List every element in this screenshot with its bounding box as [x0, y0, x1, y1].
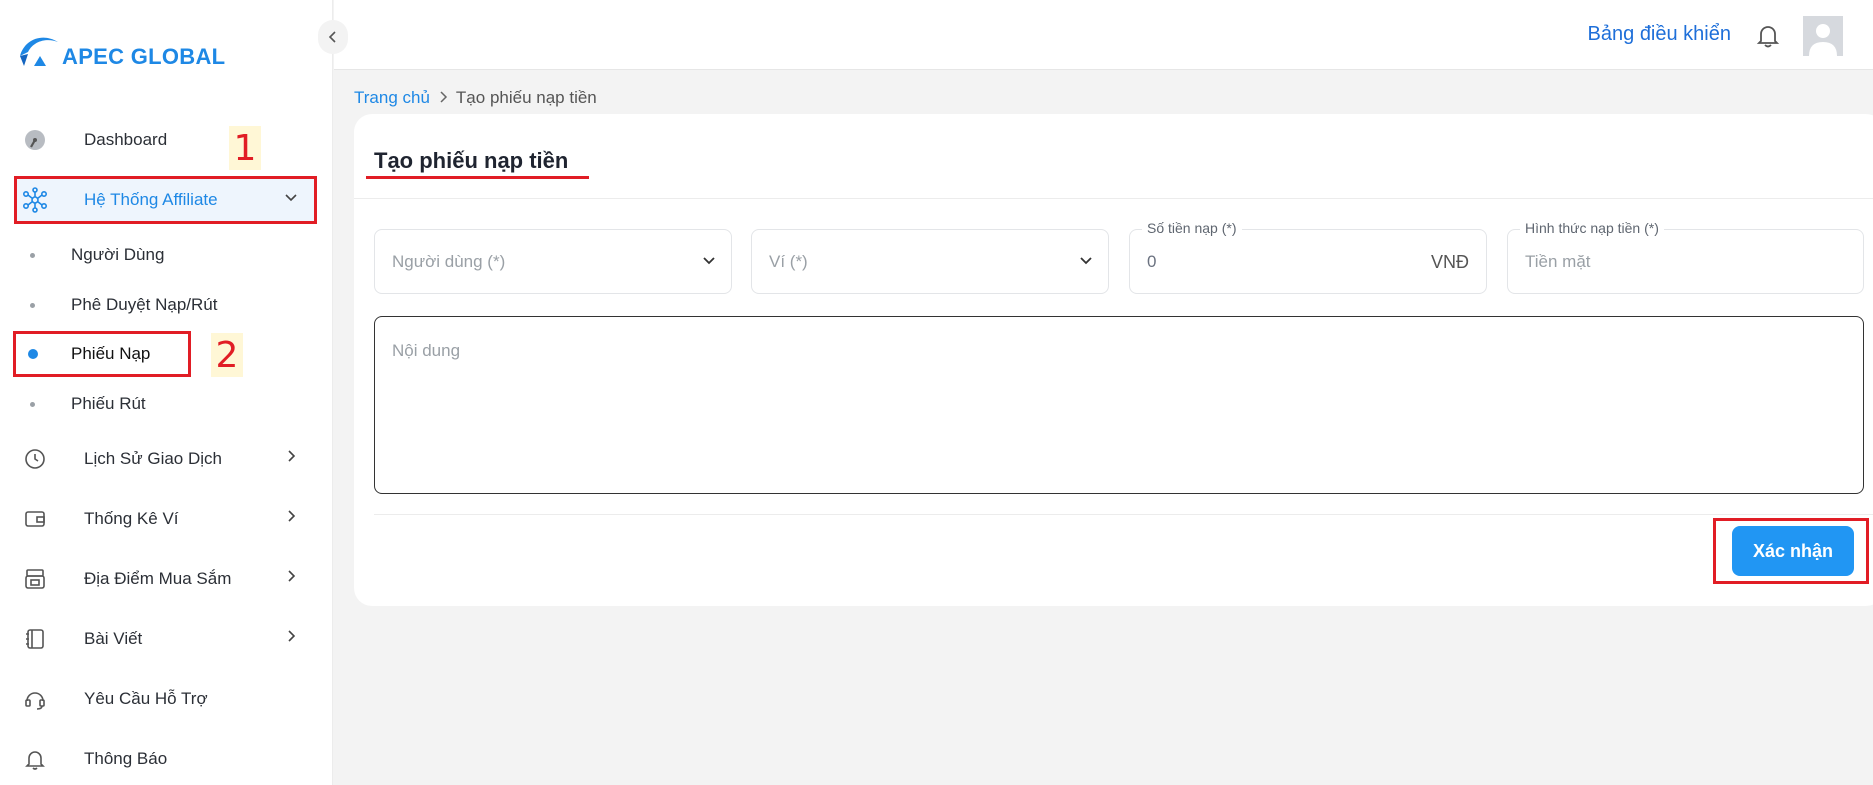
brand-logo[interactable]: APEC GLOBAL — [18, 32, 225, 68]
bullet-dot — [30, 302, 35, 308]
dashboard-link[interactable]: Bảng điều khiển — [1588, 23, 1731, 46]
chevron-right-icon — [284, 449, 298, 466]
store-icon — [20, 564, 50, 594]
sidebar-item-label: Phiếu Rút — [71, 394, 146, 413]
annotation-number-2: 2 — [211, 333, 243, 377]
chevron-right-icon — [284, 569, 298, 586]
sidebar-item-label: Phê Duyệt Nạp/Rút — [71, 295, 218, 314]
brand-name: APEC GLOBAL — [62, 44, 226, 69]
sidebar-item-label: Dashboard — [84, 130, 168, 149]
bullet-dot — [30, 252, 35, 258]
sidebar-item-label: Lịch Sử Giao Dịch — [84, 449, 222, 468]
chevron-right-icon — [284, 629, 298, 646]
user-select-placeholder: Người dùng (*) — [392, 252, 506, 271]
bullet-dot — [30, 401, 35, 407]
sidebar-item-label: Thống Kê Ví — [84, 509, 179, 528]
wallet-icon — [20, 504, 50, 534]
user-icon — [1809, 24, 1837, 56]
history-icon — [20, 444, 50, 474]
breadcrumb: Trang chủ Tạo phiếu nạp tiền — [354, 88, 597, 108]
currency-suffix: VNĐ — [1430, 252, 1469, 272]
sidebar-item-label: Bài Viết — [84, 629, 143, 648]
divider — [354, 198, 1873, 199]
chevron-left-icon — [328, 31, 336, 43]
page-title: Tạo phiếu nạp tiền — [374, 148, 569, 173]
chevron-down-icon — [701, 252, 717, 273]
sidebar-item-label: Yêu Cầu Hỗ Trợ — [84, 689, 208, 708]
sidebar-item-label: Địa Điểm Mua Sắm — [84, 569, 232, 588]
user-avatar[interactable] — [1803, 16, 1843, 56]
deposit-method-placeholder: Tiền mặt — [1525, 252, 1591, 271]
notebook-icon — [20, 624, 50, 654]
sidebar-subitem-approve[interactable]: Phê Duyệt Nạp/Rút — [14, 285, 294, 325]
sidebar-subitem-withdraw[interactable]: Phiếu Rút — [14, 384, 294, 424]
content-textarea[interactable]: Nội dung — [374, 316, 1864, 494]
sidebar-item-support[interactable]: Yêu Cầu Hỗ Trợ — [14, 676, 316, 722]
notification-bell-icon[interactable] — [1753, 20, 1783, 50]
collapse-sidebar-button[interactable] — [318, 20, 348, 54]
title-annotation-underline — [366, 176, 589, 179]
breadcrumb-home-link[interactable]: Trang chủ — [354, 88, 430, 108]
sidebar-item-history[interactable]: Lịch Sử Giao Dịch — [14, 436, 316, 482]
sidebar: APEC GLOBAL Dashboard Hệ Thống Affiliate… — [0, 0, 333, 785]
chevron-down-icon — [1078, 252, 1094, 273]
sidebar-item-shopping[interactable]: Địa Điểm Mua Sắm — [14, 556, 316, 602]
divider — [374, 514, 1873, 515]
annotation-box-2 — [13, 331, 191, 377]
sidebar-item-label: Người Dùng — [71, 245, 165, 264]
deposit-method-field[interactable]: Hình thức nạp tiền (*) Tiền mặt — [1507, 220, 1864, 294]
breadcrumb-current: Tạo phiếu nạp tiền — [455, 88, 597, 107]
gauge-icon — [20, 125, 50, 155]
chevron-right-icon — [284, 509, 298, 526]
deposit-method-label: Hình thức nạp tiền (*) — [1520, 220, 1664, 236]
deposit-form-card: Tạo phiếu nạp tiền Người dùng (*) Ví (*)… — [354, 114, 1873, 606]
sidebar-item-posts[interactable]: Bài Viết — [14, 616, 316, 662]
apec-logo-icon — [20, 37, 58, 66]
sidebar-item-wallet-stats[interactable]: Thống Kê Ví — [14, 496, 316, 542]
amount-field-label: Số tiền nạp (*) — [1142, 220, 1242, 236]
breadcrumb-separator-icon — [438, 90, 448, 107]
support-icon — [20, 684, 50, 714]
annotation-number-1: 1 — [229, 126, 261, 170]
wallet-select[interactable]: Ví (*) — [751, 229, 1109, 294]
annotation-box-1 — [14, 176, 317, 224]
bell-icon — [20, 744, 50, 774]
user-select[interactable]: Người dùng (*) — [374, 229, 732, 294]
sidebar-item-dashboard[interactable]: Dashboard — [14, 117, 316, 163]
sidebar-item-label: Thông Báo — [84, 749, 168, 768]
sidebar-item-notifications[interactable]: Thông Báo — [14, 736, 316, 782]
content-placeholder: Nội dung — [392, 341, 461, 360]
annotation-box-confirm — [1713, 518, 1869, 584]
amount-field-value: 0 — [1147, 252, 1157, 271]
wallet-select-placeholder: Ví (*) — [769, 252, 808, 271]
sidebar-subitem-users[interactable]: Người Dùng — [14, 235, 294, 275]
amount-field[interactable]: Số tiền nạp (*) 0 VNĐ — [1129, 220, 1487, 294]
top-header: Bảng điều khiển — [334, 0, 1873, 70]
